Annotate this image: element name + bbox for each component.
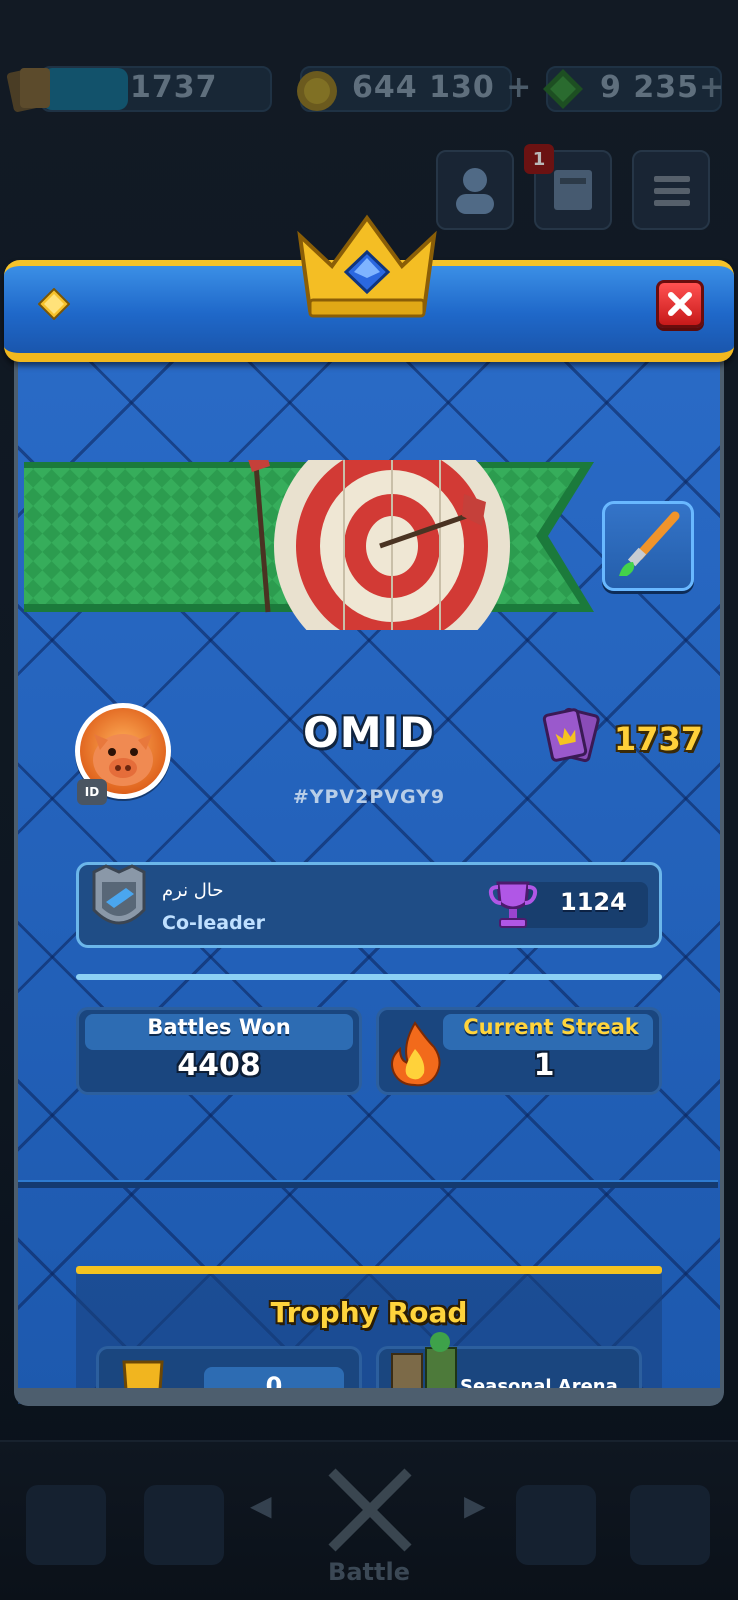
hamburger-icon	[654, 176, 690, 206]
clan-role: Co-leader	[162, 912, 265, 934]
friends-icon	[456, 168, 494, 214]
nav-right-arrow-icon[interactable]: ▶	[464, 1489, 486, 1522]
trophy-road-title: Trophy Road	[270, 1296, 468, 1329]
section-band	[18, 1180, 718, 1188]
battle-swords-icon[interactable]	[312, 1462, 428, 1562]
nav-battle-label: Battle	[328, 1558, 410, 1586]
current-streak-label: Current Streak	[463, 1015, 639, 1039]
nav-events[interactable]	[630, 1485, 710, 1565]
player-tag[interactable]: #YPV2PVGY9	[0, 786, 738, 808]
battles-won-value: 4408	[177, 1048, 261, 1083]
diamond-icon	[38, 288, 70, 320]
trophy-road-divider	[76, 1266, 662, 1274]
gold-coin-icon	[297, 71, 337, 111]
crown-icon	[297, 214, 437, 318]
close-button[interactable]	[656, 280, 704, 328]
hud-gold: 644 130 +	[352, 70, 533, 105]
collection-icon	[6, 68, 50, 112]
battles-won-label: Battles Won	[147, 1015, 291, 1039]
friends-button[interactable]	[436, 150, 514, 230]
clan-badge-icon	[92, 864, 146, 925]
paintbrush-icon	[619, 511, 680, 576]
hud-gems: 9 235+	[600, 70, 726, 105]
clan-trophies: 1124	[560, 888, 627, 916]
hud-trophies: 1737	[130, 70, 218, 105]
news-badge: 1	[524, 144, 554, 174]
nav-cards[interactable]	[144, 1485, 224, 1565]
menu-button[interactable]	[632, 150, 710, 230]
clan-name: حال نرم	[162, 880, 224, 901]
flame-icon	[391, 1021, 441, 1087]
close-icon	[668, 292, 692, 316]
nav-left-arrow-icon[interactable]: ◀	[250, 1489, 272, 1522]
current-streak-value: 1	[533, 1048, 555, 1083]
player-banner[interactable]	[24, 460, 604, 630]
purple-trophy-icon	[488, 881, 538, 928]
edit-banner-button[interactable]	[602, 501, 694, 591]
nav-clan[interactable]	[516, 1485, 596, 1565]
nav-shop[interactable]	[26, 1485, 106, 1565]
modal-bottom-frame	[14, 1388, 724, 1406]
section-divider	[76, 974, 662, 980]
archery-banner-art	[24, 460, 594, 630]
card-collection-icon	[542, 707, 600, 763]
gem-icon	[543, 69, 583, 109]
collection-count: 1737	[614, 720, 704, 758]
